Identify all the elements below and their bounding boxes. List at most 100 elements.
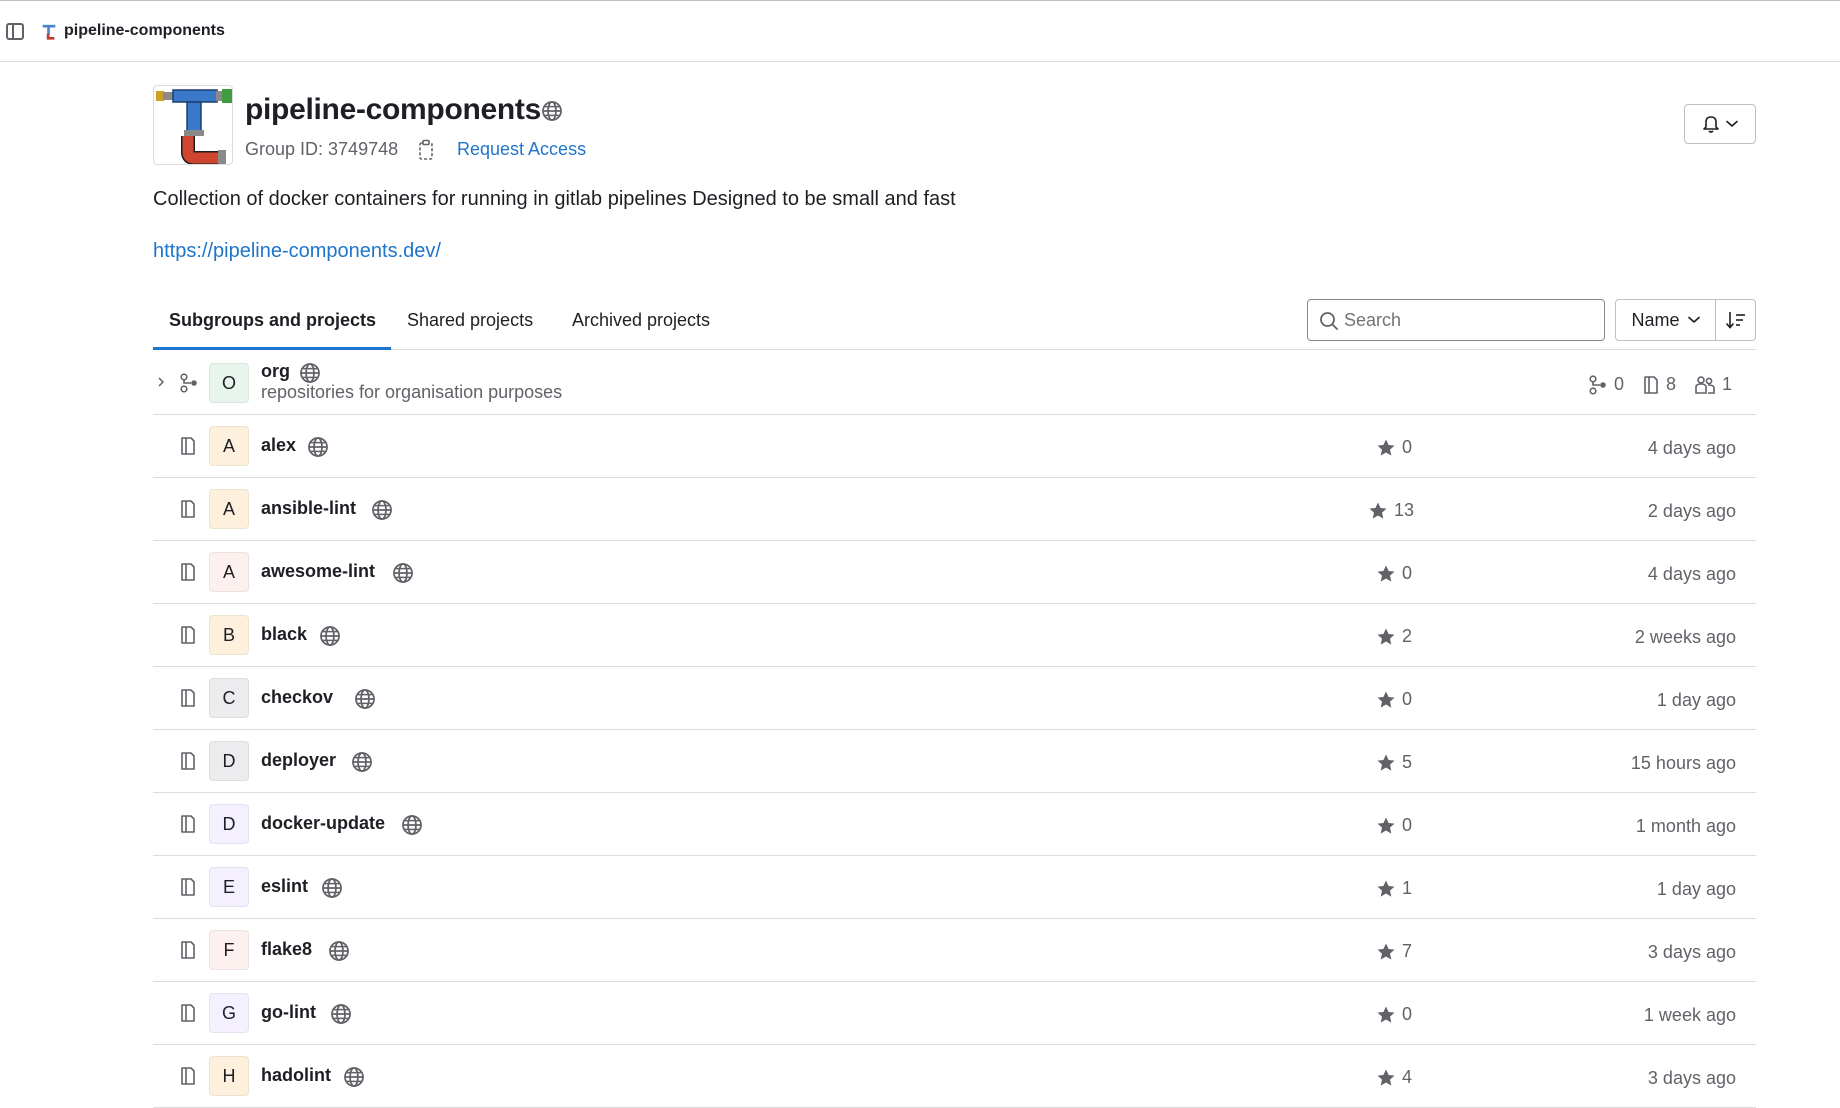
project-row[interactable]: Aansible-lint 13 2 days ago — [153, 478, 1756, 541]
star-count: 0 — [1376, 563, 1412, 584]
project-icon — [179, 1066, 197, 1086]
project-row[interactable]: Fflake8 7 3 days ago — [153, 919, 1756, 982]
star-count-value: 4 — [1402, 1067, 1413, 1087]
search-box — [1307, 299, 1605, 341]
tab-shared-projects[interactable]: Shared projects — [407, 310, 533, 331]
star-count: 0 — [1376, 689, 1412, 710]
globe-icon — [354, 688, 376, 710]
star-count: 0 — [1376, 1004, 1412, 1025]
project-row[interactable]: Eeslint 1 1 day ago — [153, 856, 1756, 919]
avatar: A — [209, 552, 249, 592]
project-row[interactable]: Ggo-lint 0 1 week ago — [153, 982, 1756, 1045]
avatar: A — [209, 426, 249, 466]
star-icon — [1376, 564, 1396, 584]
star-icon — [1376, 753, 1396, 773]
project-name[interactable]: go-lint — [261, 1002, 316, 1023]
tab-subgroups-and-projects[interactable]: Subgroups and projects — [169, 310, 376, 331]
project-name[interactable]: docker-update — [261, 813, 385, 834]
updated-time: 1 day ago — [1656, 879, 1736, 899]
tab-archived-projects[interactable]: Archived projects — [572, 310, 710, 331]
chevron-down-icon — [1688, 316, 1700, 324]
subgroup-icon — [179, 373, 199, 393]
updated-time: 2 days ago — [1647, 501, 1736, 521]
group-id: Group ID: 3749748 — [245, 139, 399, 159]
star-icon — [1376, 816, 1396, 836]
group-logo-small-icon — [42, 24, 56, 40]
chevron-right-icon[interactable] — [155, 374, 167, 390]
avatar: A — [209, 489, 249, 529]
project-name[interactable]: eslint — [261, 876, 308, 897]
project-name[interactable]: black — [261, 624, 307, 645]
avatar: H — [209, 1056, 249, 1096]
project-icon — [179, 499, 197, 519]
sort-direction-icon — [1725, 312, 1745, 329]
globe-icon — [321, 877, 343, 899]
avatar: F — [209, 930, 249, 970]
globe-icon — [541, 100, 563, 122]
project-name[interactable]: ansible-lint — [261, 498, 356, 519]
star-count-value: 0 — [1402, 1004, 1413, 1024]
project-name[interactable]: checkov — [261, 687, 333, 708]
sort-by-label: Name — [1631, 309, 1680, 330]
globe-icon — [371, 499, 393, 521]
updated-time: 2 weeks ago — [1634, 627, 1736, 647]
project-name[interactable]: hadolint — [261, 1065, 331, 1086]
star-icon — [1368, 501, 1388, 521]
search-input[interactable] — [1344, 300, 1594, 340]
copy-icon[interactable] — [417, 139, 435, 161]
active-tab-indicator — [153, 347, 391, 350]
project-row[interactable]: Bblack 2 2 weeks ago — [153, 604, 1756, 667]
group-avatar — [153, 85, 233, 165]
star-count: 2 — [1376, 626, 1412, 647]
star-count: 0 — [1376, 437, 1412, 458]
project-icon — [1642, 375, 1660, 395]
star-count: 7 — [1376, 941, 1412, 962]
project-name[interactable]: flake8 — [261, 939, 312, 960]
star-count-value: 13 — [1394, 500, 1415, 520]
globe-icon — [330, 1003, 352, 1025]
sort-direction-button[interactable] — [1716, 300, 1755, 340]
breadcrumb-group[interactable]: pipeline-components — [64, 22, 225, 40]
project-icon — [179, 940, 197, 960]
project-row[interactable]: Ccheckov 0 1 day ago — [153, 667, 1756, 730]
request-access-link[interactable]: Request Access — [457, 139, 586, 160]
sidebar-toggle-icon[interactable] — [6, 23, 24, 40]
project-row[interactable]: Aawesome-lint 0 4 days ago — [153, 541, 1756, 604]
star-icon — [1376, 879, 1396, 899]
star-icon — [1376, 438, 1396, 458]
project-row[interactable]: Hhadolint 4 3 days ago — [153, 1045, 1756, 1108]
project-name[interactable]: alex — [261, 435, 296, 456]
subgroup-name[interactable]: org — [261, 361, 290, 382]
top-bar: pipeline-components — [0, 0, 1840, 62]
updated-time: 4 days ago — [1647, 564, 1736, 584]
sort-by-dropdown[interactable]: Name — [1616, 300, 1716, 340]
project-name[interactable]: awesome-lint — [261, 561, 375, 582]
project-row[interactable]: Ddeployer 5 15 hours ago — [153, 730, 1756, 793]
star-count: 1 — [1376, 878, 1412, 899]
group-description: Collection of docker containers for runn… — [153, 188, 956, 210]
group-website-link[interactable]: https://pipeline-components.dev/ — [153, 240, 441, 263]
avatar: B — [209, 615, 249, 655]
project-icon — [179, 562, 197, 582]
subgroup-count-value: 0 — [1613, 374, 1624, 394]
project-row[interactable]: Aalex 0 4 days ago — [153, 415, 1756, 478]
avatar: E — [209, 867, 249, 907]
groups-and-projects-list: O org repositories for organisation purp… — [153, 352, 1756, 1108]
star-count-value: 0 — [1402, 563, 1413, 583]
project-name[interactable]: deployer — [261, 750, 336, 771]
project-icon — [179, 751, 197, 771]
project-icon — [179, 1003, 197, 1023]
star-count-value: 0 — [1402, 815, 1413, 835]
project-icon — [179, 688, 197, 708]
member-count: 1 — [1694, 374, 1732, 395]
subgroup-row[interactable]: O org repositories for organisation purp… — [153, 352, 1756, 415]
star-count-value: 7 — [1402, 941, 1413, 961]
subgroup-stats: 0 8 1 — [1588, 374, 1732, 395]
star-icon — [1376, 1005, 1396, 1025]
notification-button[interactable] — [1684, 104, 1756, 144]
project-count: 8 — [1642, 374, 1676, 395]
updated-time: 1 day ago — [1656, 690, 1736, 710]
subgroup-description: repositories for organisation purposes — [261, 382, 563, 402]
star-count: 13 — [1368, 500, 1414, 521]
project-row[interactable]: Ddocker-update 0 1 month ago — [153, 793, 1756, 856]
